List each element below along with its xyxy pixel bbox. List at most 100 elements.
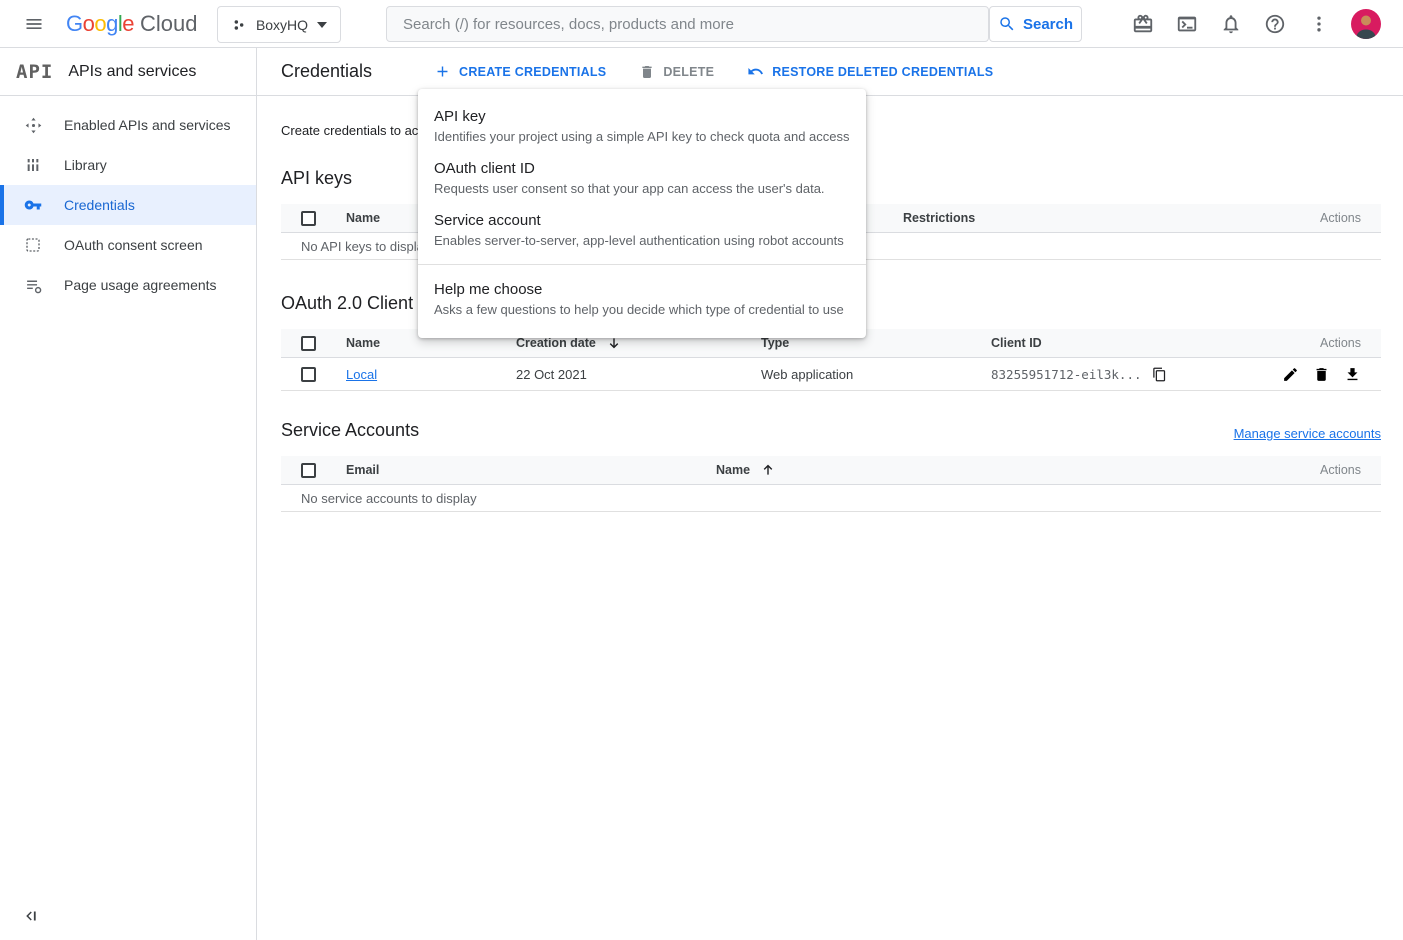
restore-deleted-credentials-button[interactable]: RESTORE DELETED CREDENTIALS (747, 63, 993, 80)
search-box (386, 6, 989, 42)
column-header-name[interactable]: Name (716, 463, 1320, 477)
help-icon[interactable] (1263, 12, 1287, 36)
agreements-icon (24, 276, 42, 294)
logo-letter: g (106, 11, 118, 37)
sidebar-item-label: Enabled APIs and services (64, 117, 231, 133)
project-selector[interactable]: BoxyHQ (217, 6, 341, 43)
google-cloud-logo[interactable]: Google Cloud (66, 0, 198, 48)
sidebar-item-oauth-consent[interactable]: OAuth consent screen (0, 225, 256, 265)
column-header-actions: Actions (1320, 336, 1361, 350)
collapse-sidebar-icon[interactable] (22, 906, 42, 926)
trash-icon (639, 64, 655, 80)
oauth-client-name-link[interactable]: Local (346, 367, 377, 382)
logo-letter: G (66, 11, 83, 37)
restore-label: RESTORE DELETED CREDENTIALS (772, 65, 993, 79)
sidebar-item-label: Credentials (64, 197, 135, 213)
project-icon (231, 17, 247, 33)
sidebar-title: APIs and services (68, 63, 196, 81)
service-accounts-table-header: Email Name Actions (281, 456, 1381, 485)
service-accounts-empty-text: No service accounts to display (281, 485, 1381, 512)
column-header-email: Email (346, 463, 716, 477)
sidebar-item-label: Page usage agreements (64, 277, 217, 293)
manage-service-accounts-link[interactable]: Manage service accounts (1234, 426, 1381, 441)
column-header-type: Type (761, 336, 991, 350)
oauth-clients-table: Name Creation date Type Client ID Action… (281, 329, 1381, 391)
create-credentials-label: CREATE CREDENTIALS (459, 65, 606, 79)
select-all-checkbox[interactable] (301, 211, 316, 226)
type-cell: Web application (761, 367, 991, 382)
sidebar-nav: Enabled APIs and services Library Creden… (0, 96, 256, 305)
logo-letter: e (122, 11, 134, 37)
library-icon (24, 156, 42, 174)
menu-icon[interactable] (20, 10, 48, 38)
consent-screen-icon (24, 236, 42, 254)
row-checkbox[interactable] (301, 367, 316, 382)
menu-item-title: API key (434, 108, 850, 125)
create-credentials-button[interactable]: CREATE CREDENTIALS (434, 63, 606, 80)
search-icon (998, 15, 1016, 33)
key-icon (24, 196, 42, 214)
menu-item-description: Asks a few questions to help you decide … (434, 302, 850, 317)
gift-icon[interactable] (1131, 12, 1155, 36)
enabled-apis-icon (24, 116, 42, 134)
sort-asc-icon (761, 463, 775, 477)
search-input[interactable] (387, 16, 988, 33)
create-credentials-menu: API key Identifies your project using a … (418, 89, 866, 338)
sidebar-item-library[interactable]: Library (0, 145, 256, 185)
menu-item-title: OAuth client ID (434, 160, 850, 177)
menu-item-api-key[interactable]: API key Identifies your project using a … (418, 100, 866, 152)
sidebar-item-page-usage[interactable]: Page usage agreements (0, 265, 256, 305)
chevron-down-icon (317, 22, 327, 28)
logo-letter: o (83, 11, 95, 37)
sidebar-item-credentials[interactable]: Credentials (0, 185, 256, 225)
delete-row-icon[interactable] (1312, 365, 1330, 383)
logo-cloud-text: Cloud (140, 11, 197, 37)
avatar[interactable] (1351, 9, 1381, 39)
column-header-name: Name (346, 336, 516, 350)
select-all-checkbox[interactable] (301, 463, 316, 478)
table-row: Local 22 Oct 2021 Web application 832559… (281, 358, 1381, 391)
column-header-client-id: Client ID (991, 336, 1320, 350)
column-header-restrictions: Restrictions (903, 211, 1320, 225)
copy-icon[interactable] (1152, 367, 1167, 382)
column-header-actions: Actions (1320, 211, 1361, 225)
page-title: Credentials (281, 61, 372, 82)
plus-icon (434, 63, 451, 80)
select-all-checkbox[interactable] (301, 336, 316, 351)
service-accounts-table: Email Name Actions No service accounts t… (281, 456, 1381, 512)
sidebar: API APIs and services Enabled APIs and s… (0, 48, 257, 940)
menu-item-description: Requests user consent so that your app c… (434, 181, 850, 196)
menu-divider (418, 264, 866, 265)
column-header-creation-date[interactable]: Creation date (516, 336, 761, 350)
logo-letter: o (94, 11, 106, 37)
delete-label: DELETE (663, 65, 714, 79)
search-button-label: Search (1023, 16, 1073, 33)
undo-icon (747, 63, 764, 80)
menu-item-description: Identifies your project using a simple A… (434, 129, 850, 144)
creation-date-cell: 22 Oct 2021 (516, 367, 761, 382)
sidebar-header: API APIs and services (0, 48, 256, 96)
sidebar-item-enabled-apis[interactable]: Enabled APIs and services (0, 105, 256, 145)
topbar: Google Cloud BoxyHQ Search (0, 0, 1403, 48)
menu-item-description: Enables server-to-server, app-level auth… (434, 233, 850, 248)
menu-item-help-me-choose[interactable]: Help me choose Asks a few questions to h… (418, 273, 866, 325)
menu-item-service-account[interactable]: Service account Enables server-to-server… (418, 204, 866, 256)
notifications-icon[interactable] (1219, 12, 1243, 36)
service-accounts-heading: Service Accounts (281, 420, 419, 441)
project-name: BoxyHQ (256, 17, 308, 33)
api-logo: API (16, 61, 53, 83)
column-header-actions: Actions (1320, 463, 1361, 477)
menu-item-title: Service account (434, 212, 850, 229)
edit-icon[interactable] (1281, 365, 1299, 383)
menu-item-oauth-client-id[interactable]: OAuth client ID Requests user consent so… (418, 152, 866, 204)
cloud-shell-icon[interactable] (1175, 12, 1199, 36)
search-button[interactable]: Search (989, 6, 1082, 42)
sort-desc-icon (607, 336, 621, 350)
sidebar-item-label: OAuth consent screen (64, 237, 203, 253)
sidebar-item-label: Library (64, 157, 107, 173)
client-id-cell: 83255951712-eil3k... (991, 367, 1142, 382)
more-vert-icon[interactable] (1307, 12, 1331, 36)
delete-button[interactable]: DELETE (639, 64, 714, 80)
download-icon[interactable] (1343, 365, 1361, 383)
menu-item-title: Help me choose (434, 281, 850, 298)
